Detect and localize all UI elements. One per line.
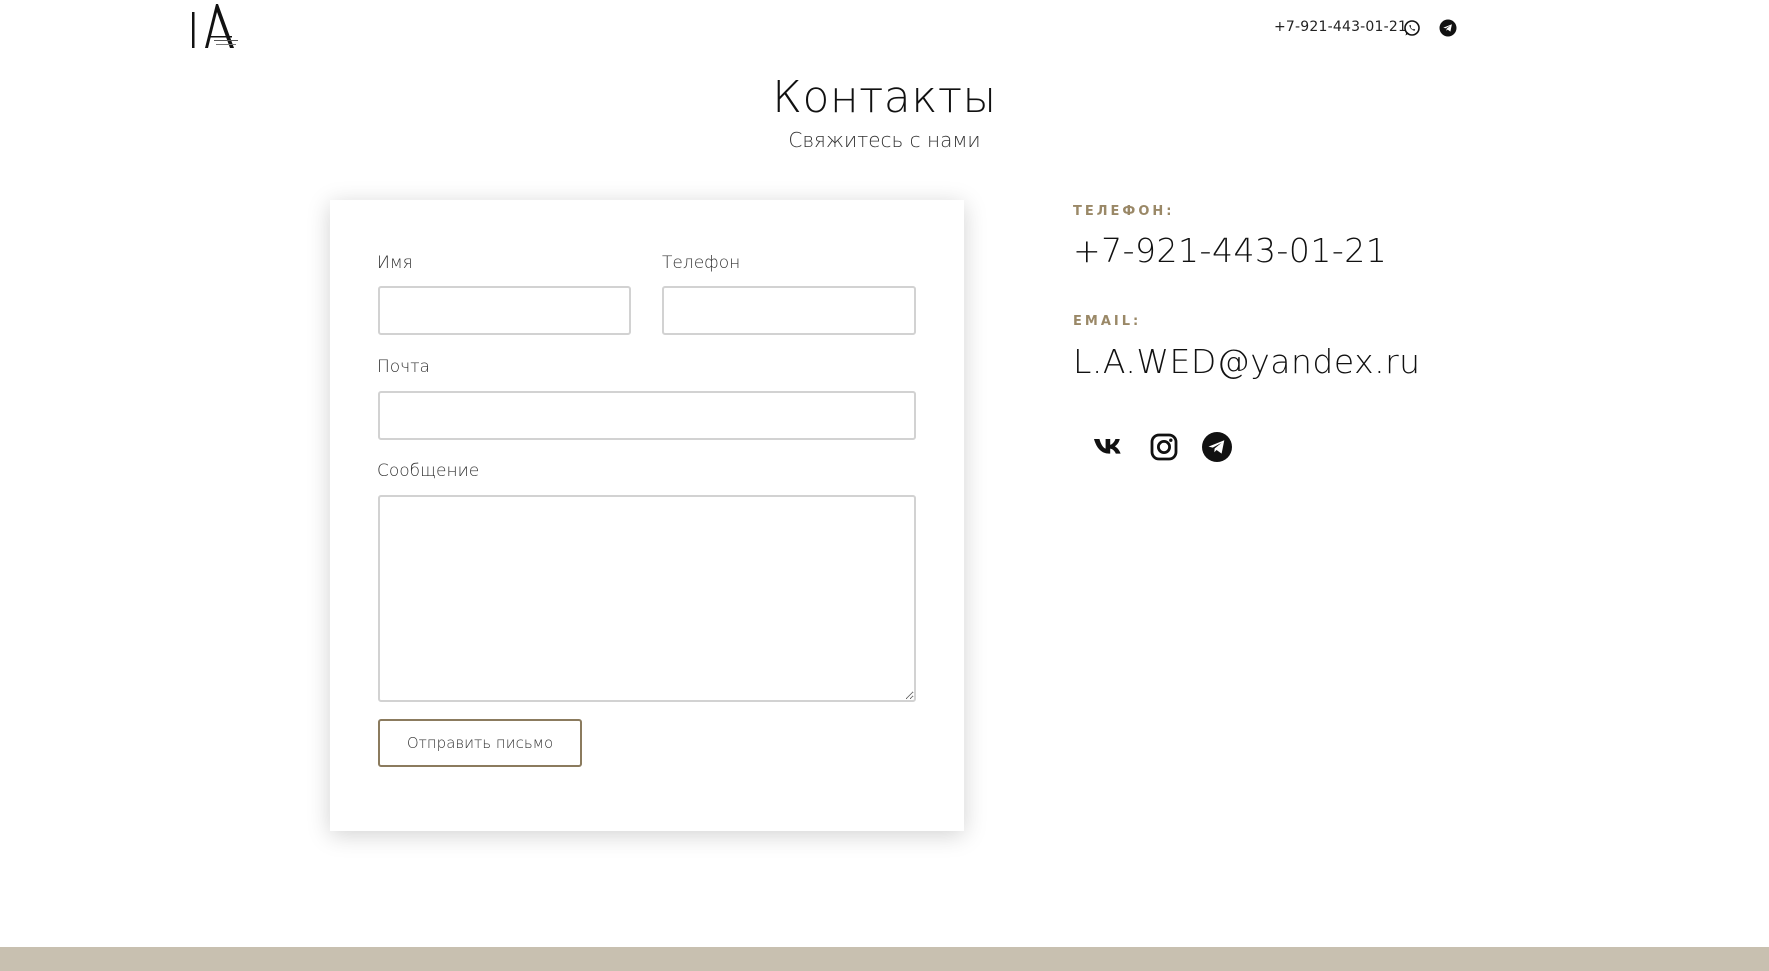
instagram-icon[interactable]	[1147, 430, 1181, 464]
page-title: Контакты	[772, 72, 997, 123]
header-phone-link[interactable]: +7-921-443-01-21	[1274, 19, 1407, 35]
footer-band	[0, 947, 1769, 971]
phone-input[interactable]	[662, 286, 916, 335]
phone-link[interactable]: +7-921-443-01-21	[1073, 231, 1387, 270]
logo-mark	[192, 4, 238, 48]
email-input[interactable]	[378, 391, 916, 440]
email-caption: EMAIL:	[1073, 314, 1142, 329]
contact-form: Имя Телефон Почта Сообщение Отправить пи…	[330, 200, 964, 831]
name-label: Имя	[377, 253, 413, 273]
message-label: Сообщение	[377, 461, 480, 481]
phone-caption: ТЕЛЕФОН:	[1073, 204, 1175, 219]
vk-icon[interactable]	[1093, 430, 1127, 464]
whatsapp-icon[interactable]	[1403, 19, 1421, 37]
page-subtitle: Свяжитесь с нами	[788, 128, 981, 152]
name-input[interactable]	[378, 286, 631, 335]
message-textarea[interactable]	[378, 495, 916, 702]
telegram-icon[interactable]	[1439, 19, 1457, 37]
contacts-page: +7-921-443-01-21 Контакты Свяжитесь с на…	[0, 0, 1769, 971]
phone-label: Телефон	[662, 253, 741, 273]
email-link[interactable]: L.A.WED@yandex.ru	[1073, 342, 1421, 381]
telegram-icon[interactable]	[1200, 430, 1234, 464]
send-message-button[interactable]: Отправить письмо	[378, 719, 582, 767]
logo[interactable]	[190, 2, 240, 50]
email-label: Почта	[377, 357, 430, 377]
